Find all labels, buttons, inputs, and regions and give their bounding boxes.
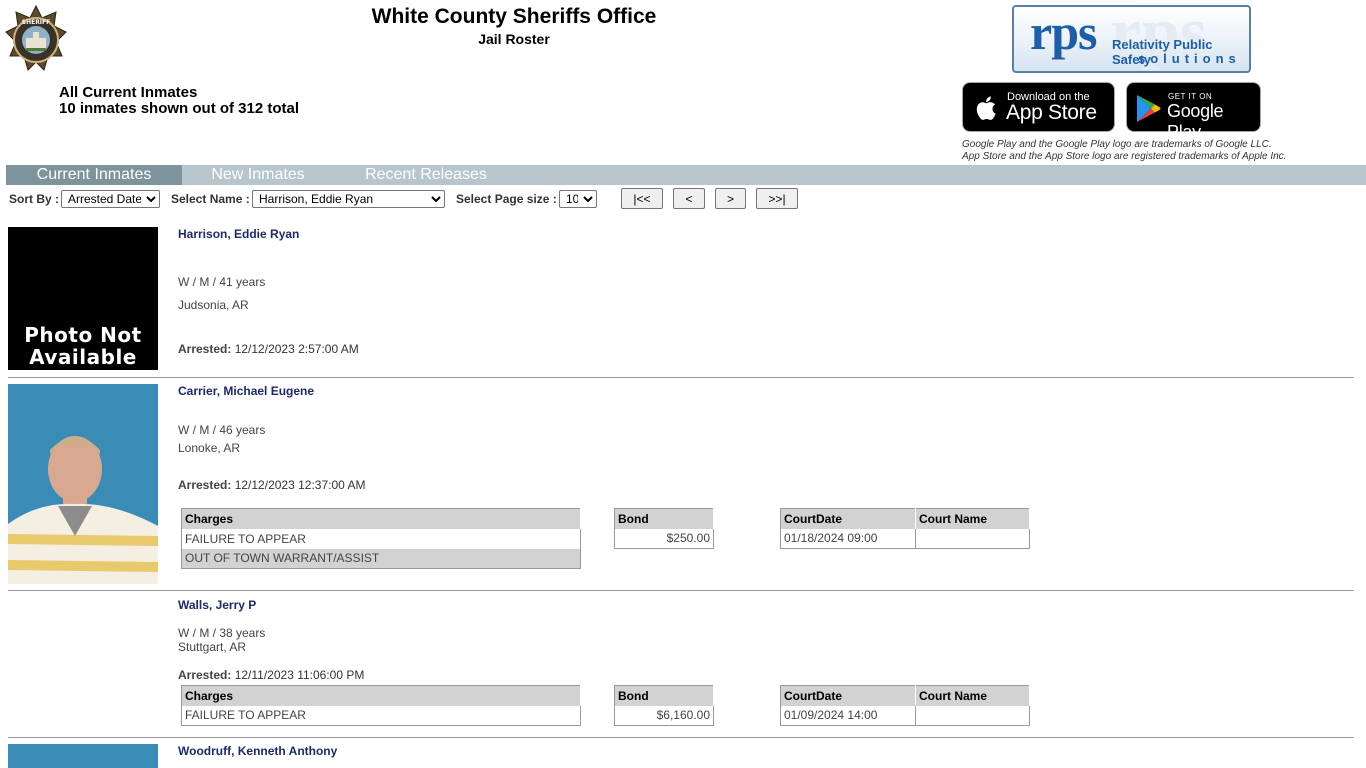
photo-not-label: Photo Not <box>24 323 142 347</box>
tab-current-inmates[interactable]: Current Inmates <box>6 165 182 185</box>
arrested-date: 12/12/2023 12:37:00 AM <box>234 478 366 492</box>
google-play-big-text: Google Play <box>1167 101 1224 142</box>
google-play-badge[interactable]: GET IT ON Google Play <box>1126 82 1261 142</box>
roster-count-label: 10 inmates shown out of 312 total <box>59 100 300 117</box>
inmate-demographics: W / M / 38 years <box>178 626 266 640</box>
inmate-photo-placeholder: Photo Not Available <box>8 227 158 370</box>
charges-header: Charges <box>181 508 581 529</box>
page-size-label: Select Page size : <box>456 192 557 206</box>
charge-cell: FAILURE TO APPEAR <box>181 528 581 549</box>
court-name-header: Court Name <box>915 685 1030 706</box>
tab-new-inmates[interactable]: New Inmates <box>182 165 334 185</box>
row-divider <box>8 590 1354 591</box>
bond-table: Bond $250.00 <box>614 508 714 549</box>
rps-logo-text: rps <box>1030 5 1097 60</box>
inmate-demographics: W / M / 41 years <box>178 275 266 289</box>
trademark-note-google: Google Play and the Google Play logo are… <box>962 139 1272 150</box>
inmate-name-link[interactable]: Harrison, Eddie Ryan <box>178 227 299 241</box>
row-divider <box>8 737 1354 738</box>
first-page-button[interactable]: |<< <box>621 188 663 209</box>
court-date-header: CourtDate <box>780 508 916 529</box>
charges-header: Charges <box>181 685 581 706</box>
inmate-arrested: Arrested: 12/12/2023 12:37:00 AM <box>178 478 365 492</box>
charge-cell: OUT OF TOWN WARRANT/ASSIST <box>181 548 581 569</box>
court-table: CourtDate Court Name 01/18/2024 09:00 <box>780 508 1030 549</box>
inmate-arrested: Arrested: 12/12/2023 2:57:00 AM <box>178 342 359 356</box>
arrested-label: Arrested: <box>178 342 232 356</box>
bond-header: Bond <box>614 508 714 529</box>
charge-cell: FAILURE TO APPEAR <box>181 705 581 726</box>
trademark-note-apple: App Store and the App Store logo are reg… <box>962 151 1287 162</box>
page-size-select[interactable]: 10 <box>559 190 597 208</box>
app-store-big-text: App Store <box>1006 101 1097 124</box>
last-page-button[interactable]: >>| <box>756 188 798 209</box>
court-date-cell: 01/18/2024 09:00 <box>780 528 916 549</box>
rps-tagline-solutions: solutions <box>1138 51 1241 66</box>
select-name-dropdown[interactable]: Harrison, Eddie Ryan <box>252 190 445 208</box>
court-date-cell: 01/09/2024 14:00 <box>780 705 916 726</box>
inmate-location: Lonoke, AR <box>178 441 241 455</box>
inmate-name-link[interactable]: Walls, Jerry P <box>178 598 256 612</box>
bond-cell: $6,160.00 <box>614 705 714 726</box>
inmate-location: Stuttgart, AR <box>178 640 247 654</box>
apple-icon <box>976 96 996 120</box>
next-page-button[interactable]: > <box>715 188 746 209</box>
select-name-label: Select Name : <box>171 192 250 206</box>
page-title: White County Sheriffs Office <box>371 5 657 28</box>
arrested-label: Arrested: <box>178 668 232 682</box>
court-table: CourtDate Court Name 01/09/2024 14:00 <box>780 685 1030 726</box>
inmate-name-link[interactable]: Woodruff, Kenneth Anthony <box>178 744 337 758</box>
sort-by-label: Sort By : <box>9 192 60 206</box>
tab-bar: Current Inmates New Inmates Recent Relea… <box>6 165 1366 185</box>
prev-page-button[interactable]: < <box>673 188 705 209</box>
photo-available-label: Available <box>29 345 137 369</box>
court-name-header: Court Name <box>915 508 1030 529</box>
court-date-header: CourtDate <box>780 685 916 706</box>
inmate-mugshot <box>8 744 158 768</box>
inmate-name-link[interactable]: Carrier, Michael Eugene <box>178 384 314 398</box>
bond-cell: $250.00 <box>614 528 714 549</box>
google-play-icon <box>1137 95 1161 122</box>
inmate-arrested: Arrested: 12/11/2023 11:06:00 PM <box>178 668 364 682</box>
court-name-cell <box>915 528 1030 549</box>
bond-table: Bond $6,160.00 <box>614 685 714 726</box>
arrested-date: 12/12/2023 2:57:00 AM <box>234 342 359 356</box>
page-subtitle: Jail Roster <box>478 31 550 47</box>
court-name-cell <box>915 705 1030 726</box>
google-play-small-text: GET IT ON <box>1168 92 1213 101</box>
app-store-badge[interactable]: Download on the App Store <box>962 82 1115 132</box>
arrested-date: 12/11/2023 11:06:00 PM <box>234 668 365 682</box>
tab-recent-releases[interactable]: Recent Releases <box>356 165 496 185</box>
sort-by-select[interactable]: Arrested Date <box>61 190 160 208</box>
charges-table: Charges FAILURE TO APPEAR <box>181 685 581 726</box>
bond-header: Bond <box>614 685 714 706</box>
rps-logo[interactable]: rps rps Relativity Public Safety solutio… <box>1012 5 1251 73</box>
row-divider <box>8 377 1354 378</box>
inmate-mugshot <box>8 384 158 584</box>
charges-table: Charges FAILURE TO APPEAR OUT OF TOWN WA… <box>181 508 581 569</box>
roster-filter-label: All Current Inmates <box>59 84 198 101</box>
inmate-location: Judsonia, AR <box>178 298 249 312</box>
arrested-label: Arrested: <box>178 478 232 492</box>
inmate-demographics: W / M / 46 years <box>178 423 266 437</box>
